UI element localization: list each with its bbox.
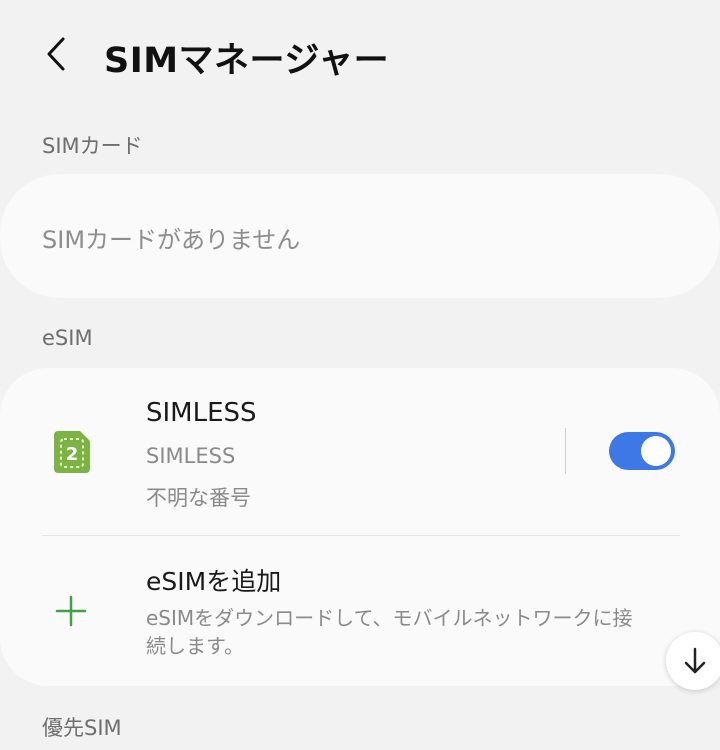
chevron-left-icon: [47, 37, 65, 71]
esim-phone-number: 不明な番号: [146, 486, 251, 510]
back-button[interactable]: [34, 30, 78, 78]
sim-card-panel: SIMカードがありません: [0, 174, 720, 298]
add-esim-item[interactable]: eSIMを追加 eSIMをダウンロードして、モバイルネットワークに接続します。: [0, 536, 720, 686]
section-label-esim: eSIM: [42, 326, 93, 350]
divider: [565, 428, 566, 474]
esim-toggle-switch[interactable]: [609, 432, 675, 470]
esim-profile-name: SIMLESS: [146, 398, 257, 428]
toggle-knob: [641, 436, 671, 466]
sim-slot-number: 2: [66, 444, 79, 465]
section-label-preferred-sim: 優先SIM: [42, 716, 122, 740]
arrow-down-icon: [684, 647, 706, 674]
app-bar: SIMマネージャー: [0, 0, 720, 110]
sim-card-2-icon: 2: [52, 429, 92, 475]
scroll-down-button[interactable]: [666, 632, 720, 690]
add-esim-title: eSIMを追加: [146, 567, 282, 596]
no-sim-card-text: SIMカードがありません: [42, 226, 301, 254]
section-label-sim-card: SIMカード: [42, 134, 143, 158]
esim-panel: 2 SIMLESS SIMLESS 不明な番号 eSIMを追加 eSIMをダウン…: [0, 368, 720, 686]
add-esim-description: eSIMをダウンロードして、モバイルネットワークに接続します。: [146, 606, 633, 658]
page-title: SIMマネージャー: [104, 41, 390, 81]
plus-icon: [54, 594, 88, 628]
esim-carrier: SIMLESS: [146, 444, 236, 468]
